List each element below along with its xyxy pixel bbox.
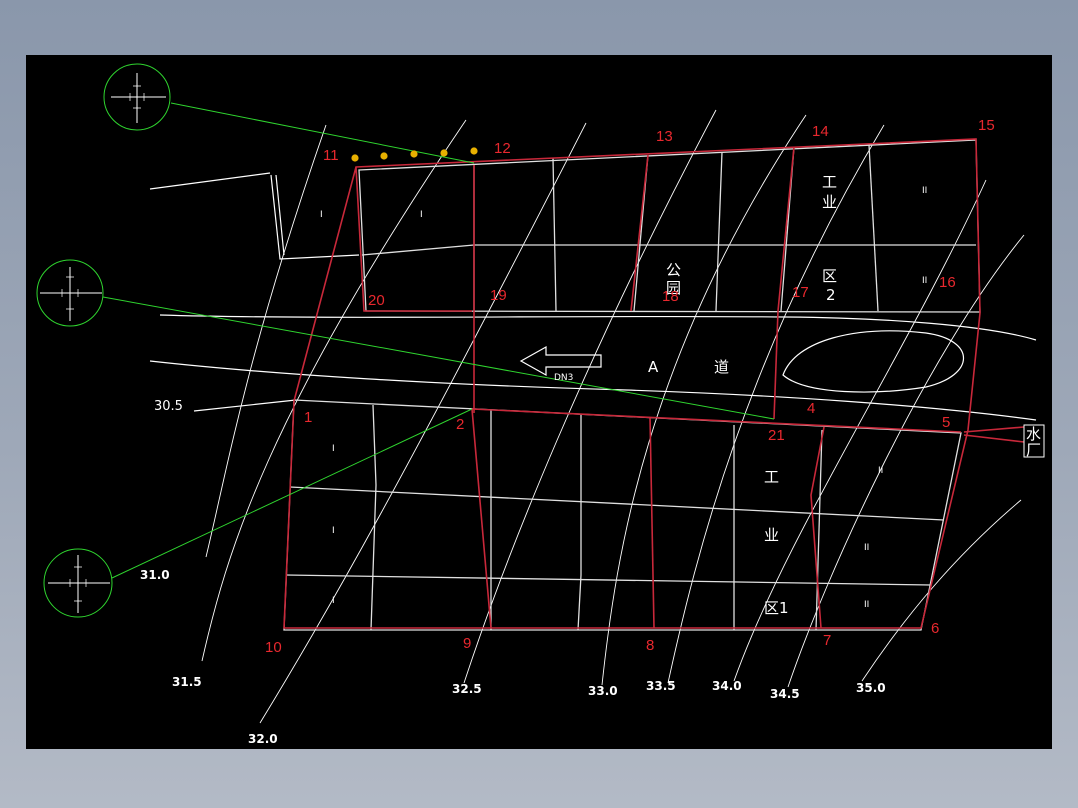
zone-gong-lower: 工	[764, 468, 779, 486]
node-1: 1	[304, 409, 312, 426]
contour-lines	[201, 109, 1025, 724]
svg-text:II: II	[922, 276, 927, 286]
svg-text:II: II	[922, 186, 927, 196]
road-letter: A	[648, 358, 659, 376]
park-label-1: 公	[666, 261, 681, 279]
svg-text:I: I	[332, 526, 335, 536]
zone-ye-upper: 业	[822, 193, 837, 211]
main-pipes	[283, 138, 1025, 629]
svg-text:I: I	[332, 596, 335, 606]
contour-35-0: 35.0	[856, 681, 886, 695]
plot-marks: I I I I I II II II II II	[320, 186, 927, 610]
node-7: 7	[823, 632, 831, 649]
node-14: 14	[812, 123, 829, 140]
node-17: 17	[792, 284, 809, 301]
arrow-left-icon	[519, 345, 602, 377]
node-2: 2	[456, 416, 464, 433]
node-19: 19	[490, 287, 507, 304]
valve-detail-icon	[103, 63, 171, 131]
svg-text:I: I	[320, 210, 323, 220]
lower-block-grid	[283, 399, 962, 631]
zone-gong-upper: 工	[822, 173, 837, 191]
node-20: 20	[368, 292, 385, 309]
node-9: 9	[463, 635, 471, 652]
zone-qu2-number: 2	[826, 286, 836, 304]
zone-qu-upper: 区	[822, 267, 837, 285]
road-char: 道	[714, 358, 729, 376]
node-10: 10	[265, 639, 282, 656]
node-5: 5	[942, 414, 950, 431]
node-18: 18	[662, 288, 679, 305]
valve-detail-icon	[36, 259, 104, 327]
contour-34-0: 34.0	[712, 679, 742, 693]
svg-text:II: II	[864, 600, 869, 610]
node-12: 12	[494, 140, 511, 157]
node-4: 4	[807, 400, 815, 417]
contour-33-0: 33.0	[588, 684, 618, 698]
contour-33-5: 33.5	[646, 679, 676, 693]
node-21: 21	[768, 427, 785, 444]
contour-31-0: 31.0	[140, 568, 170, 582]
node-8: 8	[646, 637, 654, 654]
node-labels: 1 2 4 5 6 7 8 9 10 11 12 13 14 15 16 17 …	[265, 117, 995, 656]
cad-drawing-canvas: 水 厂 工 业 区 2 公 园 A 道 DN3 工 业 区1 I I I I I…	[26, 55, 1052, 749]
water-plant-label-2: 厂	[1026, 441, 1041, 459]
zone-qu1: 区1	[764, 599, 789, 617]
zone-ye-lower: 业	[764, 526, 779, 544]
contour-32-5: 32.5	[452, 682, 482, 696]
node-16: 16	[939, 274, 956, 291]
pipe-size-label: DN3	[554, 373, 573, 383]
contour-30-5: 30.5	[154, 399, 183, 414]
contour-31-5: 31.5	[172, 675, 202, 689]
node-13: 13	[656, 128, 673, 145]
valve-detail-icon	[43, 548, 113, 618]
roads	[149, 172, 1037, 421]
contour-labels: 30.5 31.0 31.5 32.0 32.5 33.0 33.5 34.0 …	[140, 399, 886, 746]
svg-text:I: I	[420, 210, 423, 220]
contour-34-5: 34.5	[770, 687, 800, 701]
node-6: 6	[931, 620, 939, 637]
contour-32-0: 32.0	[248, 732, 278, 746]
node-11: 11	[323, 147, 339, 164]
svg-text:II: II	[864, 543, 869, 553]
node-15: 15	[978, 117, 995, 134]
svg-text:II: II	[878, 466, 883, 476]
svg-text:I: I	[332, 444, 335, 454]
